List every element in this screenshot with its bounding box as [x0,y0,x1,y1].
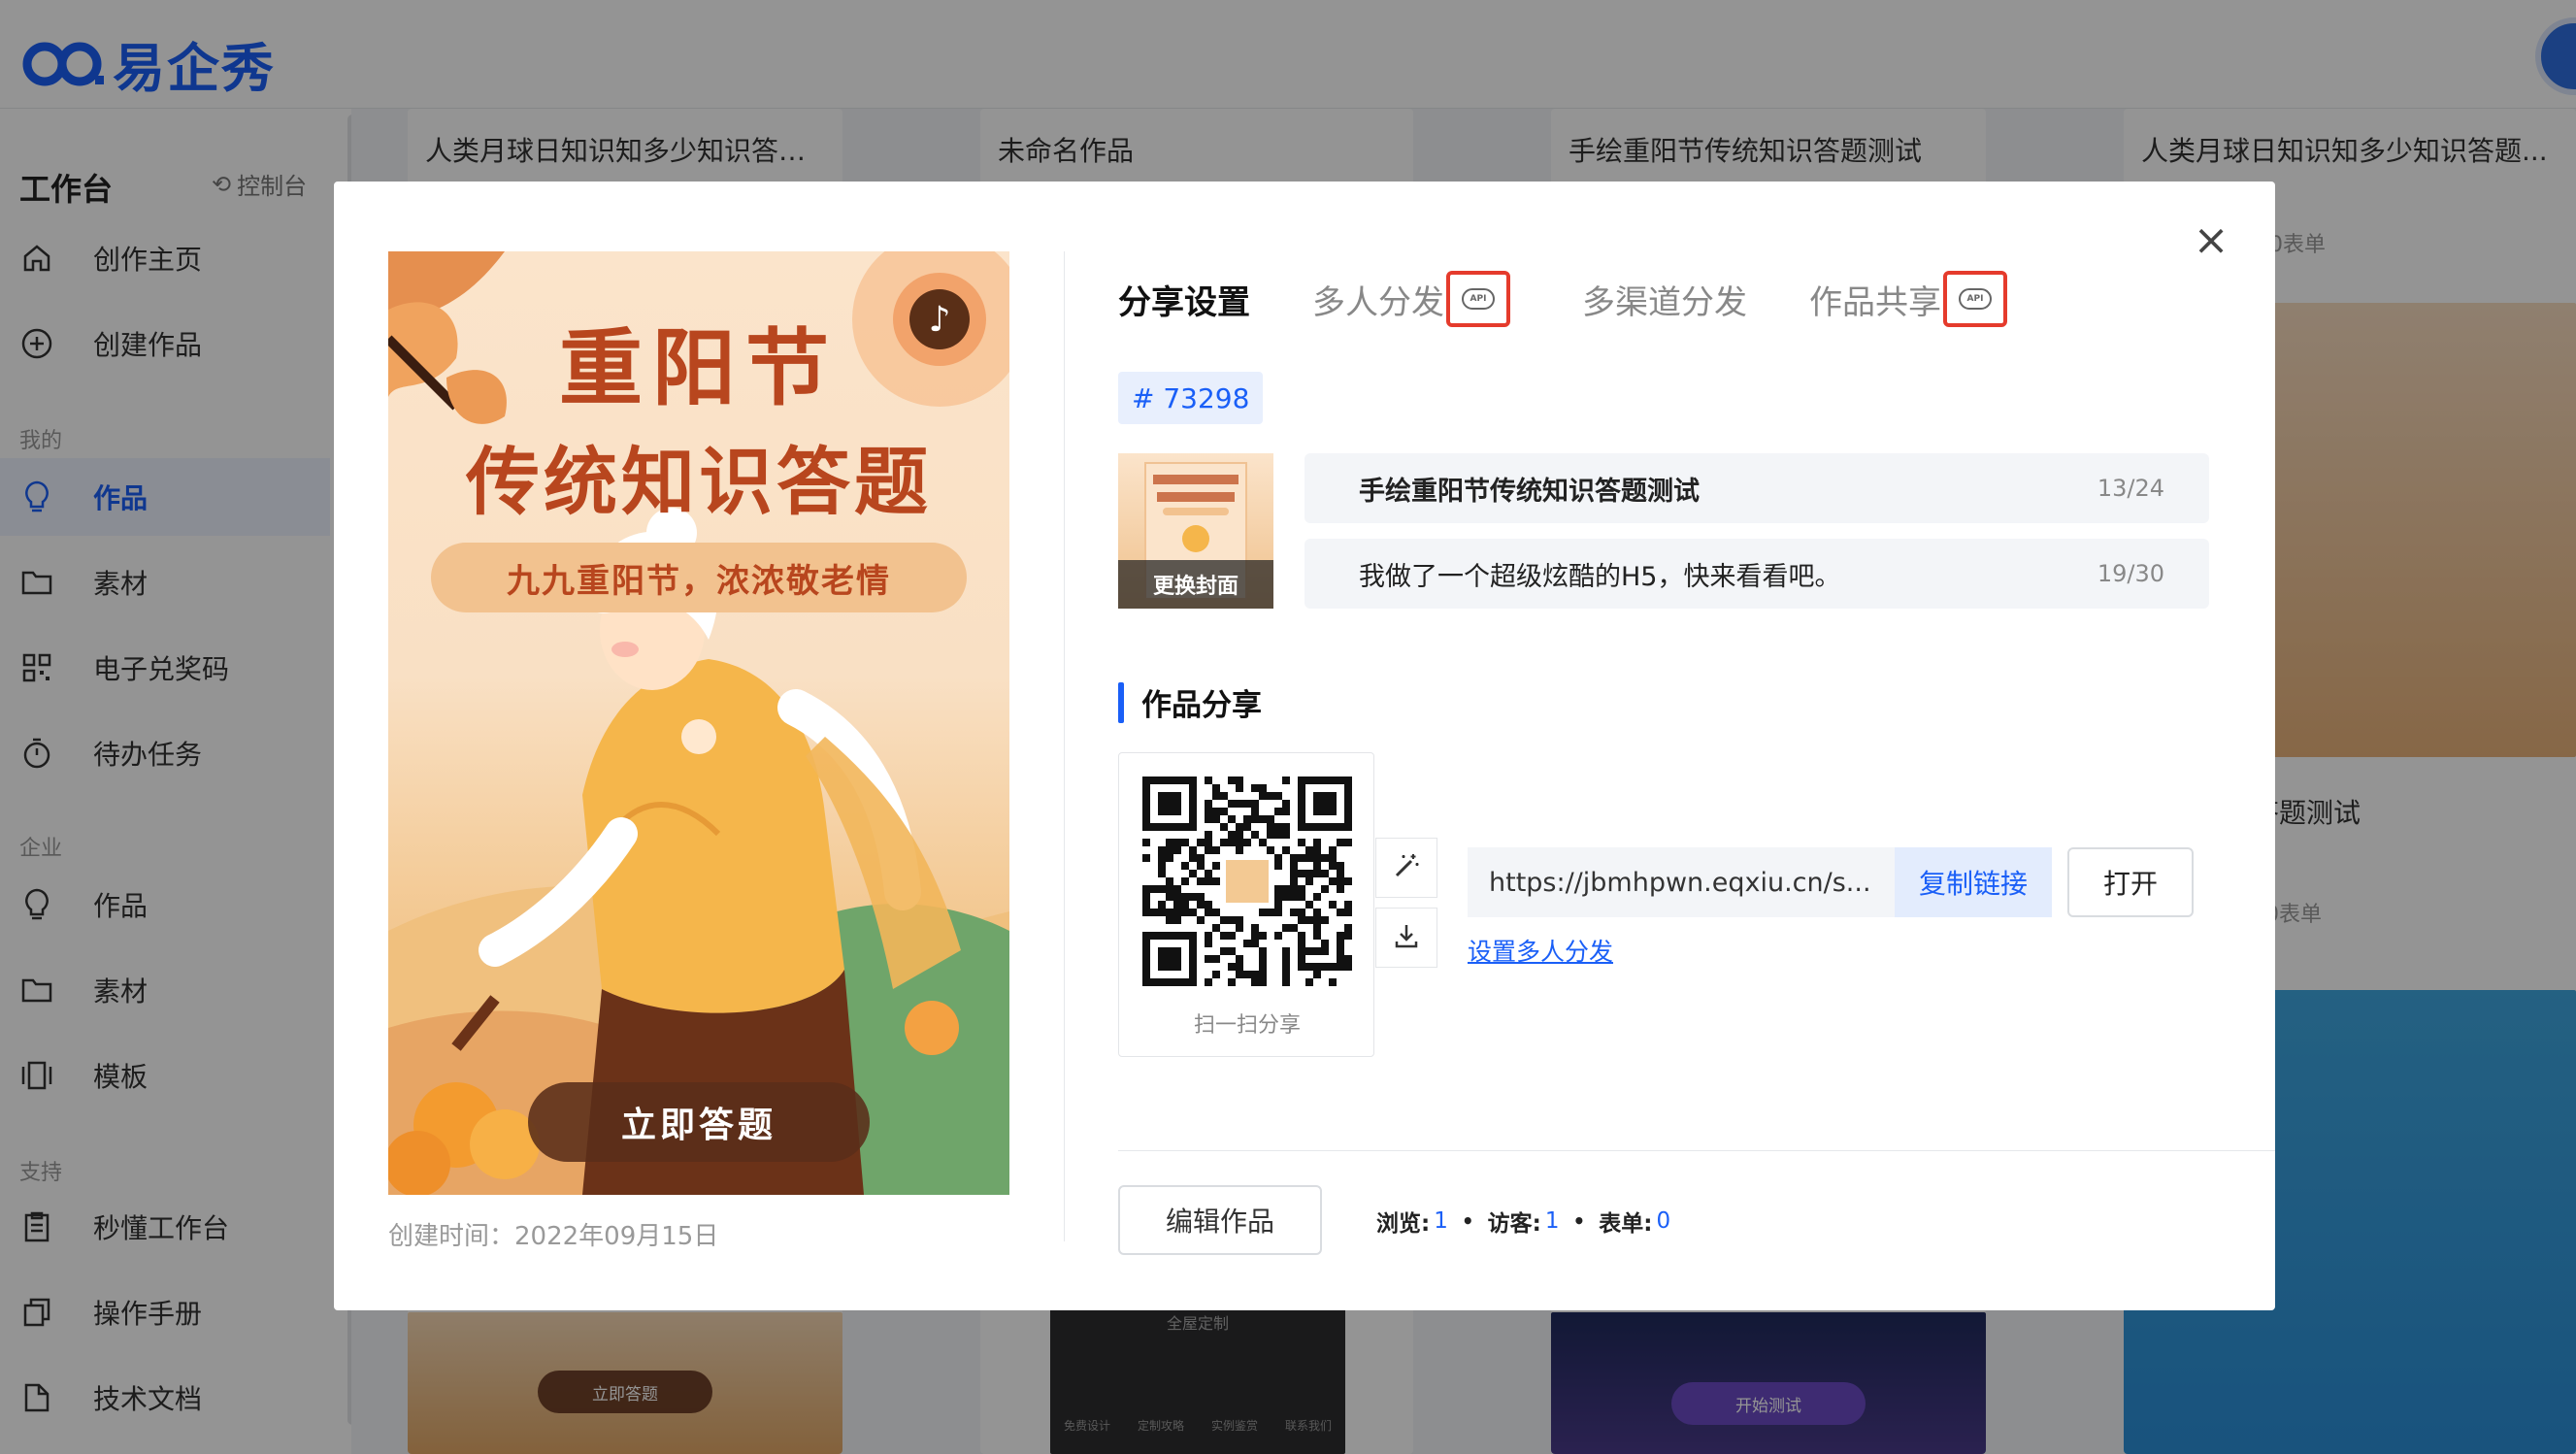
qr-beautify-button[interactable] [1375,838,1437,898]
tab-work-sharing[interactable]: 作品共享 API [1809,271,2007,327]
magic-wand-icon [1392,851,1421,884]
visitors-label: 访客: [1487,1211,1541,1237]
tab-label: 多人分发 [1312,282,1444,322]
api-badge: API [1446,271,1510,327]
views-label: 浏览: [1376,1211,1431,1237]
tab-label: 作品共享 [1809,282,1941,322]
tab-share-settings[interactable]: 分享设置 [1118,276,1250,323]
tab-label: 分享设置 [1118,282,1250,322]
title-field[interactable]: 手绘重阳节传统知识答题测试 13/24 [1305,453,2209,523]
qr-code[interactable] [1142,777,1352,986]
close-icon: × [2193,215,2229,265]
title-input[interactable]: 手绘重阳节传统知识答题测试 [1359,470,1700,508]
work-preview: ♪ 重阳节 传统知识答题 九九重阳节，浓浓敬老情 立即答题 [388,251,1009,1195]
heading-accent [1118,681,1124,723]
share-dialog: × ♪ 重阳节 传统知识答题 九九重阳节，浓浓敬老情 立即答题 创建时间：202… [334,182,2275,1310]
work-stats: 浏览: 1 • 访客: 1 • 表单: 0 [1376,1205,1670,1238]
close-button[interactable]: × [2182,211,2240,269]
cover-thumbnail[interactable]: 更换封面 [1118,453,1273,609]
poster-subtitle: 九九重阳节，浓浓敬老情 [431,543,967,612]
share-tabs: 分享设置 多人分发 API 多渠道分发 作品共享 API [1118,271,2052,327]
tab-multi-channel[interactable]: 多渠道分发 [1582,276,1747,323]
tab-label: 多渠道分发 [1582,282,1747,322]
title-char-count: 13/24 [2097,475,2164,502]
poster-title-line1: 重阳节 [559,319,839,417]
divider [1064,251,1065,1241]
download-icon [1393,922,1420,953]
description-input[interactable]: 我做了一个超级炫酷的H5，快来看看吧。 [1359,555,1840,593]
qr-download-button[interactable] [1375,908,1437,968]
open-link-button[interactable]: 打开 [2067,847,2194,917]
created-time: 创建时间：2022年09月15日 [388,1222,719,1251]
share-section-heading: 作品分享 [1118,680,1262,724]
edit-work-button[interactable]: 编辑作品 [1118,1185,1322,1255]
set-multi-distribution-link[interactable]: 设置多人分发 [1468,933,1613,968]
tab-multi-distribution[interactable]: 多人分发 API [1312,271,1510,327]
share-url-field[interactable]: https://jbmhpwn.eqxiu.cn/s... [1468,847,1895,917]
change-cover-button[interactable]: 更换封面 [1118,560,1273,609]
forms-label: 表单: [1599,1211,1653,1237]
work-id-badge: # 73298 [1118,372,1264,424]
views-count: 1 [1434,1208,1448,1234]
description-field[interactable]: 我做了一个超级炫酷的H5，快来看看吧。 19/30 [1305,539,2209,609]
api-cloud-icon: API [1462,288,1495,310]
qr-panel: 扫一扫分享 [1118,752,1374,1057]
visitors-count: 1 [1544,1208,1560,1234]
api-badge: API [1943,271,2007,327]
divider [1118,1150,2275,1151]
api-cloud-icon: API [1959,288,1992,310]
forms-count: 0 [1656,1208,1671,1234]
copy-link-button[interactable]: 复制链接 [1895,847,2052,917]
separator-dot: • [1461,1209,1474,1233]
heading-label: 作品分享 [1141,688,1262,723]
share-link-group: https://jbmhpwn.eqxiu.cn/s... 复制链接 [1468,847,2054,917]
description-char-count: 19/30 [2097,560,2164,587]
separator-dot: • [1572,1209,1586,1233]
poster-start-button: 立即答题 [528,1082,870,1162]
qr-caption: 扫一扫分享 [1193,1013,1301,1038]
poster-title-line2: 传统知识答题 [466,439,932,525]
